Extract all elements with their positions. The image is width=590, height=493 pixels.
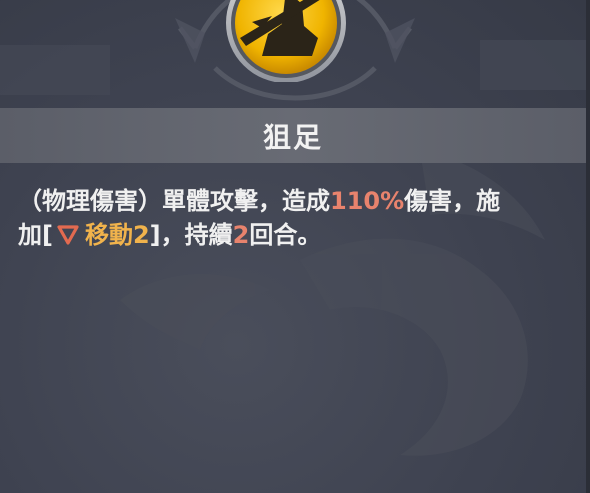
description-text: 加[	[18, 221, 53, 249]
panel-edge	[586, 0, 590, 493]
description-text: 傷害，施	[404, 187, 501, 215]
description-text: 回合。	[249, 221, 322, 249]
skill-tooltip-panel: 狙足 （物理傷害）單體攻擊，造成110%傷害，施 加[移動2]，持續2回合。	[0, 0, 590, 493]
damage-value: 110%	[330, 187, 405, 215]
down-triangle-icon	[57, 225, 79, 245]
description-text: （物理傷害）單體攻擊，造成	[18, 187, 330, 215]
skill-description: （物理傷害）單體攻擊，造成110%傷害，施 加[移動2]，持續2回合。	[18, 184, 574, 252]
duration-value: 2	[232, 221, 250, 249]
description-text: ]，持續	[149, 221, 233, 249]
sniper-shot-icon	[226, 0, 346, 82]
skill-name: 狙足	[262, 120, 323, 154]
skill-title-bar: 狙足	[0, 108, 586, 163]
debuff-name: 移動	[84, 221, 133, 249]
debuff-level: 2	[132, 221, 150, 249]
